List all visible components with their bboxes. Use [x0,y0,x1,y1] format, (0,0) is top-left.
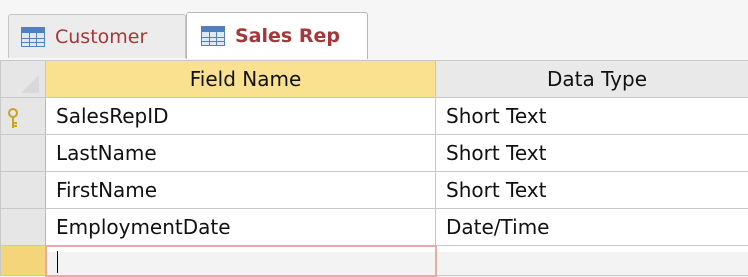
table-row[interactable]: SalesRepID Short Text [1,98,748,135]
table-icon [201,26,225,46]
field-name-cell[interactable]: EmploymentDate [46,209,436,246]
table-row[interactable]: FirstName Short Text [1,172,748,209]
tab-sales-rep[interactable]: Sales Rep [186,12,368,59]
tab-label: Customer [55,26,147,48]
data-type-cell[interactable]: Date/Time [436,209,748,246]
table-row[interactable]: LastName Short Text [1,135,748,172]
field-name-cell[interactable]: LastName [46,135,436,172]
tab-customer[interactable]: Customer [8,14,186,58]
new-field-row[interactable] [1,246,748,276]
column-header-field-name[interactable]: Field Name [46,61,436,98]
table-row[interactable]: EmploymentDate Date/Time [1,209,748,246]
field-name-cell[interactable]: SalesRepID [46,98,436,135]
field-name-input[interactable] [46,246,436,276]
row-selector[interactable] [1,246,46,276]
table-icon [21,27,45,47]
data-type-cell[interactable]: Short Text [436,172,748,209]
row-selector[interactable] [1,172,46,209]
table-design-grid: Field Name Data Type SalesRepID Short Te… [0,60,748,252]
text-cursor [57,251,58,273]
select-all-corner[interactable] [1,61,46,98]
document-tab-strip: Customer Sales Rep [0,0,748,61]
data-type-cell[interactable] [436,246,748,276]
row-selector[interactable] [1,135,46,172]
primary-key-icon [7,108,19,130]
row-selector[interactable] [1,209,46,246]
tab-label: Sales Rep [235,25,340,47]
data-type-cell[interactable]: Short Text [436,98,748,135]
column-header-data-type[interactable]: Data Type [436,61,748,98]
data-type-cell[interactable]: Short Text [436,135,748,172]
field-name-cell[interactable]: FirstName [46,172,436,209]
row-selector[interactable] [1,98,46,135]
